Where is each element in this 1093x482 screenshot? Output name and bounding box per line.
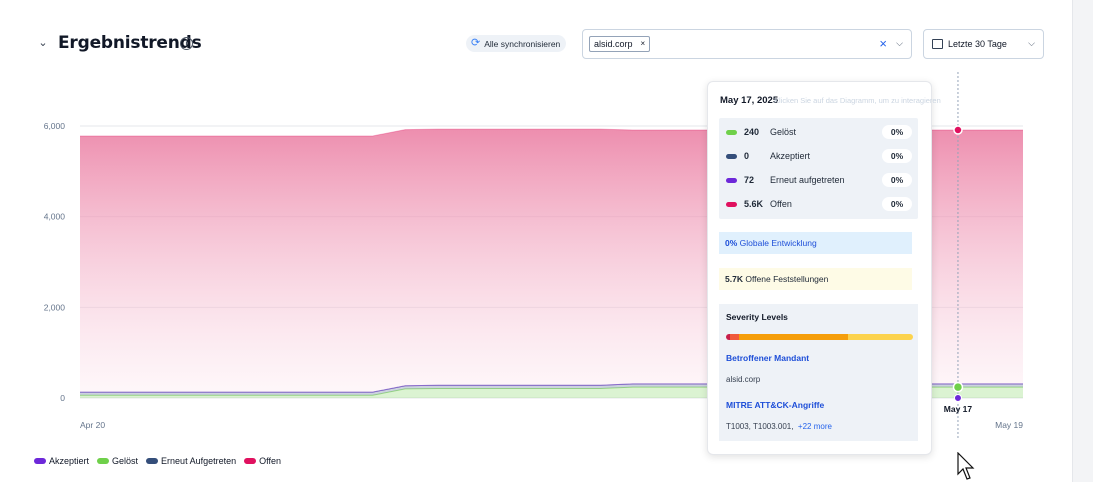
tooltip-row: 240 Gelöst 0%: [726, 125, 912, 139]
y-tick-label: 2,000: [44, 302, 66, 312]
tooltip-date: May 17, 2025: [720, 95, 779, 106]
series-swatch: [726, 201, 737, 207]
y-tick-label: 0: [60, 393, 65, 403]
legend-item[interactable]: Akzeptiert: [34, 456, 89, 466]
tooltip-row-value: 5.6K: [744, 199, 764, 209]
mitre-values: T1003, T1003.001, +22 more: [726, 422, 832, 431]
legend-item[interactable]: Gelöst: [97, 456, 138, 466]
legend-item[interactable]: Offen: [244, 456, 281, 466]
hover-point-geloest: [952, 381, 964, 393]
legend-swatch: [34, 458, 46, 464]
mouse-cursor-icon: [957, 452, 975, 480]
global-trend-label: Globale Entwicklung: [739, 238, 817, 248]
x-tick-label: May 19: [995, 420, 1023, 430]
open-findings-label: Offene Feststellungen: [745, 274, 829, 284]
mitre-more-link[interactable]: +22 more: [798, 422, 832, 431]
y-tick-label: 4,000: [44, 212, 66, 222]
legend-label: Gelöst: [112, 456, 139, 466]
legend-swatch: [97, 458, 110, 464]
tooltip-row-pct: 0%: [882, 173, 912, 187]
tooltip-row-pct: 0%: [882, 197, 912, 211]
hover-point-offen: [953, 125, 963, 135]
mitre-codes: T1003, T1003.001,: [726, 422, 794, 431]
open-findings-value: 5.7K: [725, 274, 743, 284]
hover-x-label: May 17: [944, 404, 973, 414]
series-swatch: [726, 129, 737, 135]
tooltip-row-label: Akzeptiert: [770, 151, 811, 161]
tooltip-row: 5.6K Offen 0%: [726, 197, 912, 211]
tooltip-row-value: 240: [744, 127, 760, 137]
severity-title: Severity Levels: [726, 312, 788, 322]
tenant-heading[interactable]: Betroffener Mandant: [726, 353, 809, 363]
tenant-value: alsid.corp: [726, 375, 761, 384]
severity-panel: Severity Levels Betroffener Mandant alsi…: [719, 304, 918, 441]
tooltip-row-value: 0: [744, 151, 750, 161]
legend-swatch: [244, 458, 257, 464]
hover-point-akzeptiert: [953, 394, 962, 402]
chart-tooltip: May 17, 2025 Klicken Sie auf das Diagram…: [707, 81, 941, 455]
x-tick-label: Apr 20: [80, 420, 105, 430]
tooltip-row-label: Gelöst: [770, 127, 797, 137]
global-trend-value: 0%: [725, 238, 738, 248]
tooltip-row-pct: 0%: [882, 125, 912, 139]
tooltip-row-label: Erneut aufgetreten: [770, 175, 845, 185]
tooltip-values: 240 Gelöst 0% 0 Akzeptiert 0% 72 Erneut …: [719, 118, 918, 219]
tooltip-hint: Klicken Sie auf das Diagramm, um zu inte…: [774, 96, 941, 105]
y-tick-label: 6,000: [44, 121, 66, 131]
tooltip-row-pct: 0%: [882, 149, 912, 163]
severity-bar: [726, 334, 913, 340]
legend-item[interactable]: Erneut Aufgetreten: [146, 456, 236, 466]
tooltip-row-label: Offen: [770, 199, 792, 209]
open-findings: 5.7K Offene Feststellungen: [719, 268, 912, 290]
tooltip-row: 72 Erneut aufgetreten 0%: [726, 173, 912, 187]
series-swatch: [726, 153, 737, 159]
severity-segment: [729, 334, 740, 340]
chart-legend: Akzeptiert Gelöst Erneut Aufgetreten Offen: [34, 456, 281, 466]
severity-segment: [847, 334, 913, 340]
legend-swatch: [146, 458, 159, 464]
tooltip-row-value: 72: [744, 175, 755, 185]
severity-segment: [739, 334, 848, 340]
mitre-heading[interactable]: MITRE ATT&CK-Angriffe: [726, 400, 824, 410]
legend-label: Akzeptiert: [49, 456, 90, 466]
legend-label: Erneut Aufgetreten: [161, 456, 237, 466]
series-swatch: [726, 177, 737, 183]
legend-label: Offen: [259, 456, 281, 466]
tooltip-row: 0 Akzeptiert 0%: [726, 149, 912, 163]
global-trend: 0% Globale Entwicklung: [719, 232, 912, 254]
